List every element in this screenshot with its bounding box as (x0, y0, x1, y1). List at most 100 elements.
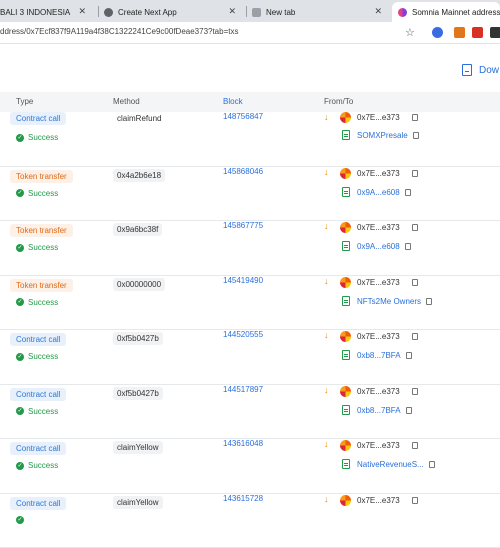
address-avatar-icon (340, 440, 351, 451)
tab-separator (98, 6, 99, 17)
table-row[interactable]: Contract call✓Success0xf5b0427b144520555… (0, 330, 500, 385)
globe-icon (104, 8, 113, 17)
table-row[interactable]: Contract call✓claimYellow143615728↓0x7E.… (0, 494, 500, 548)
tx-type-badge: Contract call (10, 112, 66, 125)
copy-icon[interactable] (412, 224, 418, 231)
copy-icon[interactable] (412, 442, 418, 449)
check-icon: ✓ (16, 516, 24, 524)
check-icon: ✓ (16, 244, 24, 252)
to-address-link[interactable]: 0x9A...e608 (357, 188, 400, 197)
extension-red-icon[interactable] (472, 27, 483, 38)
copy-icon[interactable] (412, 497, 418, 504)
from-address-link[interactable]: 0x7E...e373 (357, 169, 400, 178)
table-row[interactable]: Token transfer✓Success0x0000000014541949… (0, 276, 500, 331)
metamask-icon[interactable] (454, 27, 465, 38)
to-address-link[interactable]: 0x9A...e608 (357, 242, 400, 251)
bookmark-star-icon[interactable]: ☆ (405, 26, 415, 39)
outgoing-arrow-icon: ↓ (324, 276, 329, 286)
block-link[interactable]: 144520555 (223, 330, 263, 339)
copy-icon[interactable] (429, 461, 435, 468)
method-badge: 0x00000000 (113, 278, 165, 291)
from-address-link[interactable]: 0x7E...e373 (357, 496, 400, 505)
copy-icon[interactable] (413, 132, 419, 139)
url-input[interactable]: ddress/0x7Ecf837f9A119a4f38C1322241Ce9c0… (0, 27, 238, 36)
tx-type-badge: Token transfer (10, 279, 73, 292)
method-badge: claimYellow (113, 441, 163, 454)
close-tab-icon[interactable]: ✕ (228, 6, 236, 17)
copy-icon[interactable] (406, 352, 412, 359)
copy-icon[interactable] (412, 388, 418, 395)
copy-icon[interactable] (406, 407, 412, 414)
header-method: Method (113, 97, 140, 106)
block-link[interactable]: 148756847 (223, 112, 263, 121)
copy-icon[interactable] (412, 279, 418, 286)
block-link[interactable]: 145867775 (223, 221, 263, 230)
copy-icon[interactable] (426, 298, 432, 305)
to-address-link[interactable]: 0xb8...7BFA (357, 351, 401, 360)
to-address-link[interactable]: 0xb8...7BFA (357, 406, 401, 415)
contract-icon (342, 350, 350, 360)
status-label: Success (28, 243, 58, 252)
download-file-icon[interactable] (462, 64, 472, 76)
close-tab-icon[interactable]: ✕ (374, 6, 382, 17)
contract-icon (342, 130, 350, 140)
tx-type-badge: Token transfer (10, 224, 73, 237)
close-tab-icon[interactable]: ✕ (78, 6, 86, 17)
tab-separator (246, 6, 247, 17)
tx-type-badge: Token transfer (10, 170, 73, 183)
outgoing-arrow-icon: ↓ (324, 494, 329, 504)
table-row[interactable]: Contract call✓SuccessclaimYellow14361604… (0, 439, 500, 494)
outgoing-arrow-icon: ↓ (324, 112, 329, 122)
copy-icon[interactable] (412, 170, 418, 177)
status-label: Success (28, 407, 58, 416)
tab-bali[interactable]: BALI 3 INDONESIA ✕ (0, 2, 92, 22)
from-address-link[interactable]: 0x7E...e373 (357, 441, 400, 450)
tx-type-badge: Contract call (10, 388, 66, 401)
from-address-link[interactable]: 0x7E...e373 (357, 278, 400, 287)
contract-icon (342, 241, 350, 251)
block-link[interactable]: 143616048 (223, 439, 263, 448)
table-row[interactable]: Token transfer ✓ Success 0x4a2b6e18 14586804… (0, 167, 500, 222)
tab-create-next-app[interactable]: Create Next App ✕ (104, 2, 242, 22)
extensions-puzzle-icon[interactable] (490, 27, 500, 38)
status-badge: ✓ (16, 516, 28, 524)
to-address-link[interactable]: NFTs2Me Owners (357, 297, 421, 306)
tab-somnia[interactable]: Somnia Mainnet address d (392, 2, 500, 22)
to-address-link[interactable]: SOMXPresale (357, 131, 408, 140)
copy-icon[interactable] (405, 189, 411, 196)
copy-icon[interactable] (412, 114, 418, 121)
new-tab-icon (252, 8, 261, 17)
copy-icon[interactable] (412, 333, 418, 340)
tab-new-tab[interactable]: New tab ✕ (252, 2, 388, 22)
extension-icon[interactable] (432, 27, 443, 38)
from-address-link[interactable]: 0x7E...e373 (357, 223, 400, 232)
table-row[interactable]: Token transfer✓Success0x9a6bc38f14586777… (0, 221, 500, 276)
check-icon: ✓ (16, 134, 24, 142)
method-badge: 0x4a2b6e18 (113, 169, 165, 182)
method-badge: 0xf5b0427b (113, 332, 163, 345)
from-address-link[interactable]: 0x7E...e373 (357, 387, 400, 396)
header-from-to: From/To (324, 97, 353, 106)
status-label: Success (28, 461, 58, 470)
to-address-link[interactable]: NativeRevenueS... (357, 460, 424, 469)
outgoing-arrow-icon: ↓ (324, 221, 329, 231)
block-link[interactable]: 143615728 (223, 494, 263, 503)
table-row[interactable]: Contract call✓SuccessclaimRefund14875684… (0, 112, 500, 167)
header-block[interactable]: Block (223, 97, 243, 106)
copy-icon[interactable] (405, 243, 411, 250)
address-avatar-icon (340, 277, 351, 288)
outgoing-arrow-icon: ↓ (324, 167, 329, 177)
block-link[interactable]: 145868046 (223, 167, 263, 176)
from-address-link[interactable]: 0x7E...e373 (357, 113, 400, 122)
check-icon: ✓ (16, 189, 24, 197)
block-link[interactable]: 145419490 (223, 276, 263, 285)
from-address-link[interactable]: 0x7E...e373 (357, 332, 400, 341)
address-avatar-icon (340, 112, 351, 123)
outgoing-arrow-icon: ↓ (324, 330, 329, 340)
status-label: Success (28, 189, 58, 198)
block-link[interactable]: 144517897 (223, 385, 263, 394)
tx-type-badge: Contract call (10, 442, 66, 455)
contract-icon (342, 459, 350, 469)
download-link[interactable]: Dow (479, 65, 499, 76)
table-row[interactable]: Contract call✓Success0xf5b0427b144517897… (0, 385, 500, 440)
